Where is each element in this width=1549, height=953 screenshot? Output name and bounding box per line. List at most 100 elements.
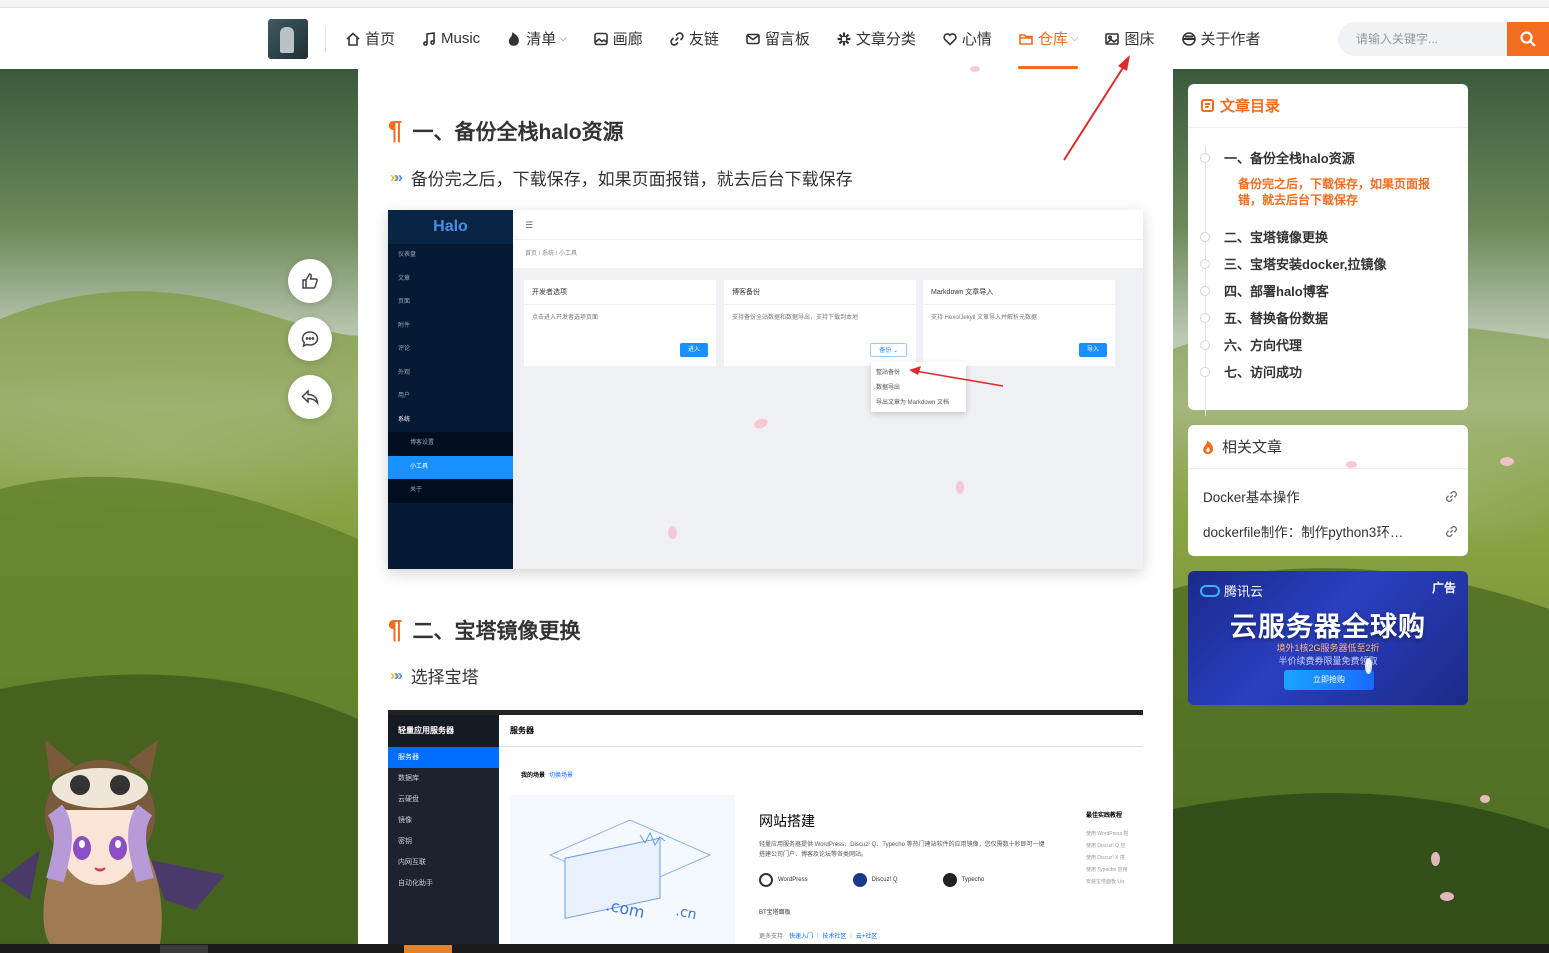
- lighthouse-menu-item: 密钥: [398, 838, 412, 845]
- search-input[interactable]: [1338, 22, 1498, 56]
- section-heading-2-text: 二、宝塔镜像更换: [412, 619, 581, 643]
- taskbar: [0, 944, 1549, 953]
- tutorial-item: 安装宝塔面板 Lin: [1086, 879, 1125, 885]
- double-chevron-icon: »»: [390, 667, 403, 684]
- lighthouse-header: 服务器: [499, 715, 1143, 747]
- nav-home[interactable]: 首页: [345, 8, 395, 69]
- nav-gallery[interactable]: 画廊: [593, 8, 643, 69]
- toc-item-active[interactable]: 备份完之后，下载保存，如果页面报错，就去后台下载保存: [1238, 176, 1453, 208]
- sub-heading-1-text: 备份完之后，下载保存，如果页面报错，就去后台下载保存: [410, 170, 853, 189]
- lighthouse-menu-item: 自动化助手: [398, 880, 433, 887]
- nav-mood-label: 心情: [961, 31, 992, 48]
- nav-categories[interactable]: 文章分类: [836, 8, 916, 69]
- red-arrow-annotation: [909, 366, 1004, 387]
- tutorial-item: 使用 Typecho 应用: [1086, 867, 1128, 873]
- thumbs-up-icon: [302, 273, 318, 289]
- double-chevron-icon: »»: [390, 169, 403, 186]
- toc-header: 文章目录: [1188, 84, 1468, 128]
- link-icon: [1446, 525, 1457, 537]
- ad-title: 云服务器全球购: [1230, 612, 1426, 642]
- tencent-cloud-ad[interactable]: 腾讯云 广告 云服务器全球购 境外1核2G服务器低至2折 半价续费券限量免费领取…: [1188, 571, 1468, 705]
- tutorial-item: 使用 WordPress 搭: [1086, 831, 1129, 837]
- ad-line2: 半价续费券限量免费领取: [1278, 656, 1378, 666]
- sub-heading-2-text: 选择宝塔: [410, 668, 479, 687]
- ad-brand-label: 腾讯云: [1224, 584, 1264, 599]
- bt-panel-app: BT宝塔面板: [759, 910, 791, 916]
- chevron-down-icon: ⌵: [559, 33, 567, 44]
- nav-links[interactable]: 友链: [669, 8, 719, 69]
- petal-decoration: [970, 66, 980, 72]
- nav-mood[interactable]: 心情: [942, 8, 992, 69]
- ad-cta-button[interactable]: 立即抢购: [1284, 670, 1374, 690]
- nav-categories-label: 文章分类: [855, 31, 916, 48]
- toc-item[interactable]: 四、部署halo博客: [1224, 281, 1329, 300]
- mail-icon: [746, 33, 760, 44]
- anime-mascot: [0, 740, 225, 944]
- search-button[interactable]: [1507, 22, 1549, 56]
- discuz-icon: [852, 873, 867, 887]
- nav-gallery-label: 画廊: [612, 31, 643, 48]
- related-item-label: dockerfile制作：制作python3环境镜像: [1203, 525, 1413, 540]
- toc-dot: [1200, 340, 1210, 350]
- toc-item[interactable]: 五、替换备份数据: [1224, 308, 1328, 327]
- site-logo[interactable]: [268, 19, 308, 59]
- toc-title: 文章目录: [1220, 98, 1281, 115]
- section-heading-1-text: 一、备份全栈halo资源: [412, 120, 624, 144]
- lighthouse-sidebar: 轻量应用服务器 服务器 数据库 云硬盘 镜像 密钥 内网互联 自动化助手: [388, 715, 499, 953]
- nav-about[interactable]: 关于作者: [1181, 8, 1261, 69]
- toc-dot: [1200, 259, 1210, 269]
- comment-button[interactable]: [288, 317, 332, 361]
- related-item[interactable]: Docker基本操作: [1203, 486, 1458, 506]
- header-divider: [325, 26, 326, 52]
- website-illustration: .com .cn: [510, 795, 735, 953]
- related-title: 相关文章: [1222, 439, 1283, 456]
- tutorials-list: 使用 WordPress 搭 使用 Discuz! Q 应 使用 Discuz!…: [1086, 828, 1128, 888]
- taskbar-item[interactable]: [160, 945, 208, 953]
- search-icon: [1520, 31, 1536, 47]
- folder-icon: [1019, 33, 1033, 45]
- toc-item[interactable]: 三、宝塔安装docker,拉镜像: [1224, 254, 1387, 273]
- nav-music[interactable]: Music: [421, 8, 480, 69]
- lighthouse-menu-item: 云硬盘: [398, 796, 419, 803]
- nav-guestbook[interactable]: 留言板: [745, 8, 810, 69]
- nav-repository[interactable]: 仓库 ⌵: [1017, 8, 1079, 69]
- pilcrow-icon: ¶: [388, 614, 403, 644]
- toc-item[interactable]: 一、备份全栈halo资源: [1224, 148, 1355, 167]
- app-wordpress: WordPress: [759, 873, 808, 887]
- lighthouse-desc: 轻量应用服务器提供 WordPress、Discuz! Q、Typecho 等热…: [759, 842, 1045, 858]
- tutorial-item: 使用 Discuz! Q 应: [1086, 843, 1126, 849]
- nav-home-label: 首页: [365, 31, 396, 48]
- app-label: WordPress: [778, 877, 808, 883]
- main-nav: 首页 Music 清单 ⌵ 画廊 友链 留言板 文章分类 心情 仓库 ⌵ 图床 …: [345, 8, 1287, 69]
- toc-item[interactable]: 二、宝塔镜像更换: [1224, 227, 1328, 246]
- toc-item[interactable]: 七、访问成功: [1224, 362, 1302, 381]
- lighthouse-menu-item: 数据库: [398, 775, 419, 782]
- sub-heading-2: »» 选择宝塔: [390, 663, 479, 688]
- music-icon: [423, 31, 435, 46]
- typecho-icon: [942, 873, 957, 887]
- heart-icon: [943, 32, 957, 46]
- toc-dot: [1200, 367, 1210, 377]
- taskbar-item-active[interactable]: [404, 945, 452, 953]
- nav-image-host[interactable]: 图床: [1104, 8, 1155, 69]
- lighthouse-menu-item: 镜像: [398, 817, 412, 824]
- wordpress-icon: [759, 873, 773, 887]
- lighthouse-sidebar-title: 轻量应用服务器: [388, 715, 499, 747]
- scene-switch-link: 切换场景: [549, 773, 574, 779]
- lighthouse-menu-item: 内网互联: [398, 859, 426, 866]
- nav-list[interactable]: 清单 ⌵: [506, 8, 567, 69]
- image-icon: [593, 32, 608, 45]
- related-item[interactable]: dockerfile制作：制作python3环境镜像: [1203, 521, 1458, 541]
- ad-brand: 腾讯云: [1200, 581, 1263, 600]
- related-header: 相关文章: [1188, 425, 1468, 469]
- lighthouse-more: 更多支持 快速入门 ｜ 技术社区 ｜ 云+社区: [759, 931, 877, 940]
- toc-item[interactable]: 六、方向代理: [1224, 335, 1302, 354]
- like-button[interactable]: [288, 259, 332, 303]
- halo-admin-screenshot: Halo 仪表盘 文章 页面 附件 评论 外观 用户 系统 博客设置 小工具 关…: [388, 210, 1143, 569]
- ad-badge: 广告: [1431, 581, 1456, 595]
- flame-icon: [1203, 440, 1214, 454]
- share-button[interactable]: [288, 375, 332, 419]
- chevron-down-icon: ⌵: [1070, 33, 1079, 44]
- browser-top-strip: [0, 0, 1549, 8]
- petal-decoration: [956, 481, 964, 494]
